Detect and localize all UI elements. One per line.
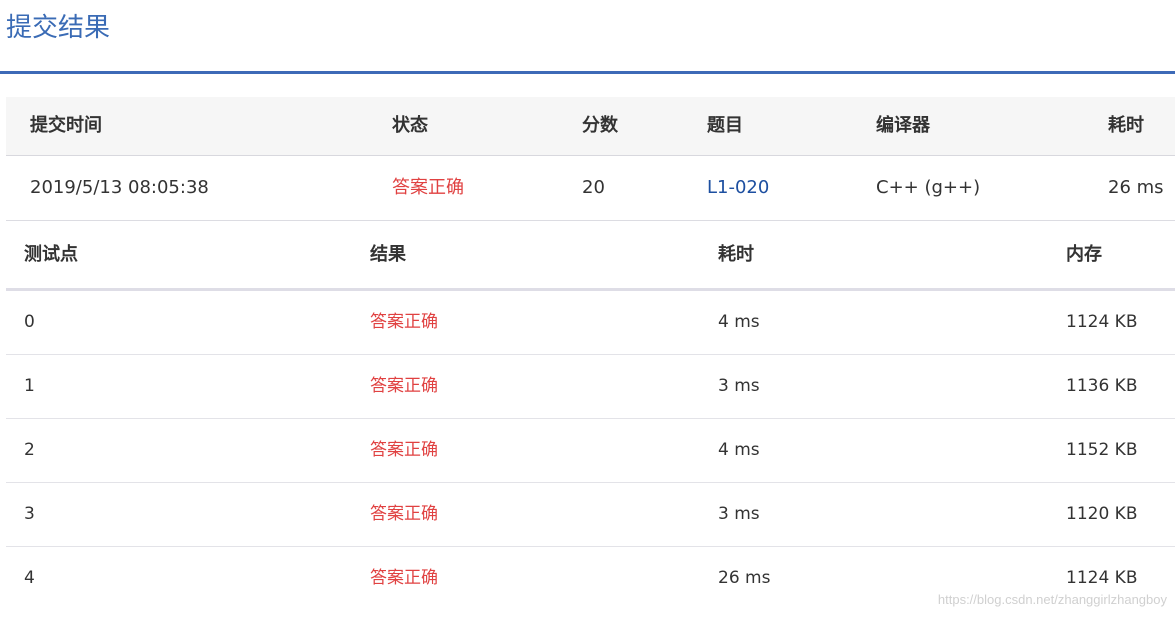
watermark: https://blog.csdn.net/zhanggirlzhangboy (937, 592, 1167, 607)
case-id: 2 (24, 440, 35, 460)
time-cost-value: 26 ms (1108, 177, 1164, 198)
case-result: 答案正确 (370, 376, 438, 396)
table-row: 2 答案正确 4 ms 1152 KB (6, 419, 1175, 483)
test-case-table: 测试点 结果 耗时 内存 0 答案正确 4 ms 1124 KB 1 答案正确 … (6, 222, 1175, 610)
header-time: 耗时 (718, 244, 754, 265)
submission-summary-table: 提交时间 状态 分数 题目 编译器 耗时 2019/5/13 08:05:38 … (6, 97, 1175, 221)
header-problem: 题目 (707, 115, 743, 136)
header-memory: 内存 (1066, 244, 1102, 265)
header-case: 测试点 (24, 244, 78, 265)
case-memory: 1136 KB (1066, 376, 1138, 396)
header-compiler: 编译器 (876, 115, 930, 136)
case-memory: 1152 KB (1066, 440, 1138, 460)
case-result: 答案正确 (370, 504, 438, 524)
case-memory: 1120 KB (1066, 504, 1138, 524)
case-time: 26 ms (718, 568, 771, 588)
title-divider (0, 71, 1175, 74)
case-id: 1 (24, 376, 35, 396)
compiler-value: C++ (g++) (876, 177, 981, 198)
header-time-cost: 耗时 (1108, 115, 1144, 136)
case-time: 4 ms (718, 312, 760, 332)
table-row: 0 答案正确 4 ms 1124 KB (6, 291, 1175, 355)
summary-header-row: 提交时间 状态 分数 题目 编译器 耗时 (6, 97, 1175, 156)
case-result: 答案正确 (370, 568, 438, 588)
cases-header-row: 测试点 结果 耗时 内存 (6, 222, 1175, 291)
case-id: 0 (24, 312, 35, 332)
page-title: 提交结果 (6, 13, 111, 43)
case-id: 3 (24, 504, 35, 524)
case-memory: 1124 KB (1066, 312, 1138, 332)
header-status: 状态 (392, 115, 428, 136)
case-result: 答案正确 (370, 312, 438, 332)
header-result: 结果 (370, 244, 406, 265)
case-time: 3 ms (718, 376, 760, 396)
problem-link[interactable]: L1-020 (707, 156, 769, 220)
case-time: 3 ms (718, 504, 760, 524)
case-time: 4 ms (718, 440, 760, 460)
header-score: 分数 (582, 115, 618, 136)
header-submit-time: 提交时间 (30, 115, 102, 136)
status-value: 答案正确 (392, 177, 464, 198)
summary-row: 2019/5/13 08:05:38 答案正确 20 L1-020 C++ (g… (6, 156, 1175, 221)
score-value: 20 (582, 177, 605, 198)
table-row: 1 答案正确 3 ms 1136 KB (6, 355, 1175, 419)
case-result: 答案正确 (370, 440, 438, 460)
case-id: 4 (24, 568, 35, 588)
table-row: 3 答案正确 3 ms 1120 KB (6, 483, 1175, 547)
submit-time-value: 2019/5/13 08:05:38 (30, 177, 209, 198)
